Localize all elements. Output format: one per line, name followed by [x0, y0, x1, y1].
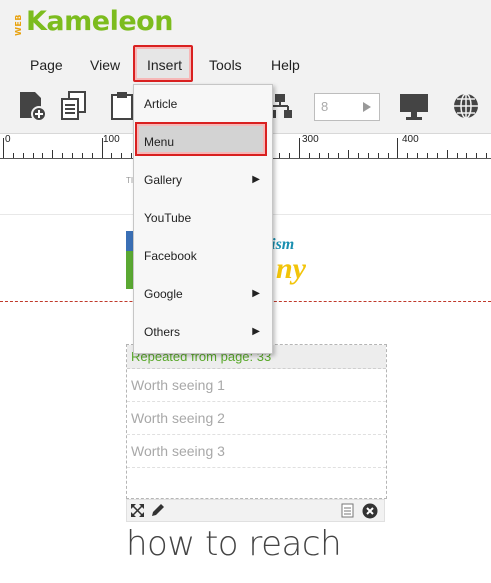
ruler-tick [32, 153, 34, 158]
list-item[interactable]: Worth seeing 3 [127, 435, 386, 468]
monitor-icon[interactable] [399, 90, 429, 122]
menu-item-label: Article [144, 97, 178, 111]
menu-insert[interactable]: Insert [147, 57, 182, 73]
ruler-tick [298, 138, 300, 158]
menu-item-youtube[interactable]: YouTube [134, 199, 272, 237]
ruler-label: 400 [402, 134, 419, 145]
ruler-tick [72, 153, 74, 158]
document-icon[interactable] [340, 503, 355, 518]
ruler-tick [348, 150, 350, 158]
ruler-tick [436, 153, 438, 158]
ruler-tick [121, 153, 123, 158]
ruler-tick [338, 153, 340, 158]
copy-page-icon[interactable] [59, 90, 89, 122]
edit-icon[interactable] [150, 503, 165, 518]
expand-icon[interactable] [130, 503, 145, 518]
ruler-tick [446, 150, 448, 158]
ruler-tick [308, 153, 310, 158]
arrow-right-icon[interactable] [361, 101, 373, 113]
list-item[interactable]: Worth seeing 2 [127, 402, 386, 435]
menu-item-label: Facebook [144, 249, 197, 263]
list-item[interactable]: Worth seeing 1 [127, 369, 386, 402]
ruler-tick [328, 153, 330, 158]
ruler-tick [377, 153, 379, 158]
ruler-tick [476, 153, 478, 158]
ruler-tick [417, 153, 419, 158]
ruler-tick [367, 153, 369, 158]
menu-help[interactable]: Help [271, 57, 300, 73]
ruler-tick [52, 150, 54, 158]
ruler-tick [426, 153, 428, 158]
list-item-label: Worth seeing 2 [131, 410, 225, 426]
ruler-tick [279, 153, 281, 158]
ruler-label: 300 [302, 134, 319, 145]
menu-item-label: Google [144, 287, 183, 301]
insert-dropdown: Article Menu Gallery ▶ YouTube Facebook Google… [133, 84, 273, 354]
globe-icon[interactable] [451, 90, 481, 122]
ruler-tick [397, 138, 399, 158]
logo-prefix: WEB [14, 14, 23, 36]
menu-item-others[interactable]: Others ▶ [134, 313, 272, 351]
menu-item-label: YouTube [144, 211, 192, 225]
ruler-tick [318, 153, 320, 158]
page-number-field[interactable]: 8 [314, 93, 380, 121]
ruler-tick [111, 153, 113, 158]
repeated-block[interactable]: Repeated from page: 33 Worth seeing 1 Wo… [126, 344, 387, 499]
menu-item-gallery[interactable]: Gallery ▶ [134, 161, 272, 199]
ruler-tick [12, 153, 14, 158]
ruler-label: 0 [5, 134, 11, 145]
new-page-icon[interactable] [17, 90, 47, 122]
submenu-arrow-icon: ▶ [252, 326, 260, 337]
ruler-tick [81, 153, 83, 158]
list-item-label: Worth seeing 3 [131, 443, 225, 459]
ruler-tick [456, 153, 458, 158]
menu-item-label: Gallery [144, 173, 183, 187]
ruler-tick [91, 153, 93, 158]
submenu-arrow-icon: ▶ [252, 174, 260, 185]
menu-item-google[interactable]: Google ▶ [134, 275, 272, 313]
ruler-tick [407, 153, 409, 158]
ruler-tick [42, 153, 44, 158]
submenu-arrow-icon: ▶ [252, 288, 260, 299]
menu-item-label: Others [144, 325, 181, 339]
banner-text-line2: ny [276, 252, 306, 285]
section-heading: how to reach [126, 524, 342, 564]
ruler-tick [3, 138, 4, 158]
ruler-tick [62, 153, 64, 158]
menu-view[interactable]: View [90, 57, 120, 73]
menu-item-menu[interactable]: Menu [134, 123, 272, 161]
menu-item-article[interactable]: Article [134, 85, 272, 123]
menu-tools[interactable]: Tools [209, 57, 242, 73]
logo-name: Kameleon [26, 6, 173, 37]
menu-item-label: Menu [144, 135, 175, 149]
ruler-tick [288, 153, 290, 158]
ruler-tick [387, 153, 389, 158]
ruler-label: 100 [103, 134, 120, 145]
ruler-tick [22, 153, 24, 158]
menu-page[interactable]: Page [30, 57, 63, 73]
close-icon[interactable] [362, 503, 378, 519]
ruler-tick [357, 153, 359, 158]
block-toolbar [126, 499, 385, 522]
ruler-tick [486, 153, 488, 158]
page-number-value: 8 [321, 99, 329, 114]
list-item-label: Worth seeing 1 [131, 377, 225, 393]
ruler-tick [466, 153, 468, 158]
menu-item-facebook[interactable]: Facebook [134, 237, 272, 275]
